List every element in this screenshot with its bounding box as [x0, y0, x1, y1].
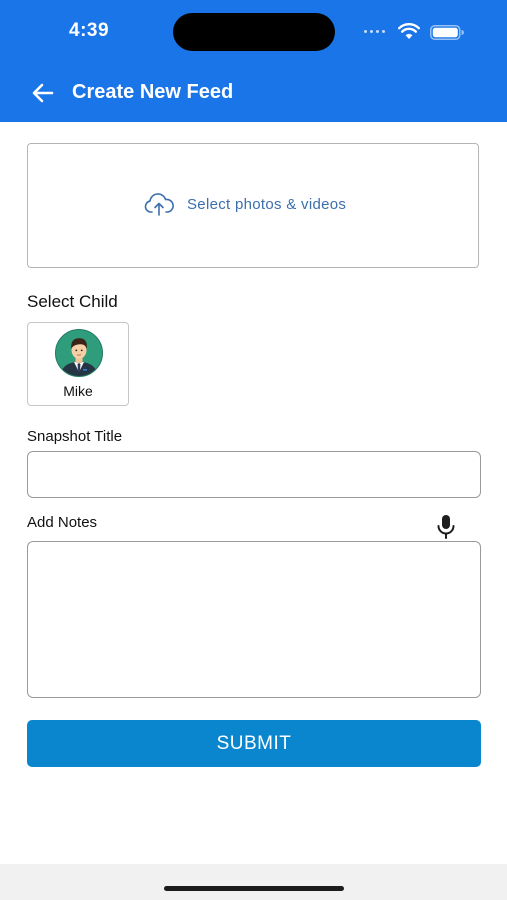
upload-content: Select photos & videos: [143, 192, 346, 216]
snapshot-title-input[interactable]: [27, 451, 481, 498]
page-title: Create New Feed: [72, 81, 234, 103]
child-card-mike[interactable]: Mike: [27, 322, 129, 406]
status-time: 4:39: [69, 20, 110, 41]
wifi-icon: [398, 23, 420, 39]
home-indicator[interactable]: [164, 886, 344, 891]
cloud-upload-icon: [144, 193, 174, 216]
dynamic-island: [173, 13, 335, 51]
add-notes-label: Add Notes: [27, 514, 98, 531]
submit-button[interactable]: SUBMIT: [27, 720, 481, 767]
back-arrow-icon[interactable]: [30, 80, 56, 106]
snapshot-title-label: Snapshot Title: [27, 428, 123, 445]
microphone-icon[interactable]: [435, 514, 457, 540]
bottom-bar: [0, 864, 507, 900]
notes-textarea[interactable]: [27, 541, 481, 698]
cellular-signal-icon: [364, 30, 385, 33]
media-upload-area[interactable]: Select photos & videos: [27, 143, 479, 268]
child-name: Mike: [63, 383, 93, 399]
select-child-label: Select Child: [27, 292, 118, 311]
boy-avatar-icon: [55, 329, 103, 377]
upload-label: Select photos & videos: [187, 195, 347, 213]
app-header: 4:39 Create New Feed: [0, 0, 507, 122]
battery-icon: [430, 25, 464, 40]
